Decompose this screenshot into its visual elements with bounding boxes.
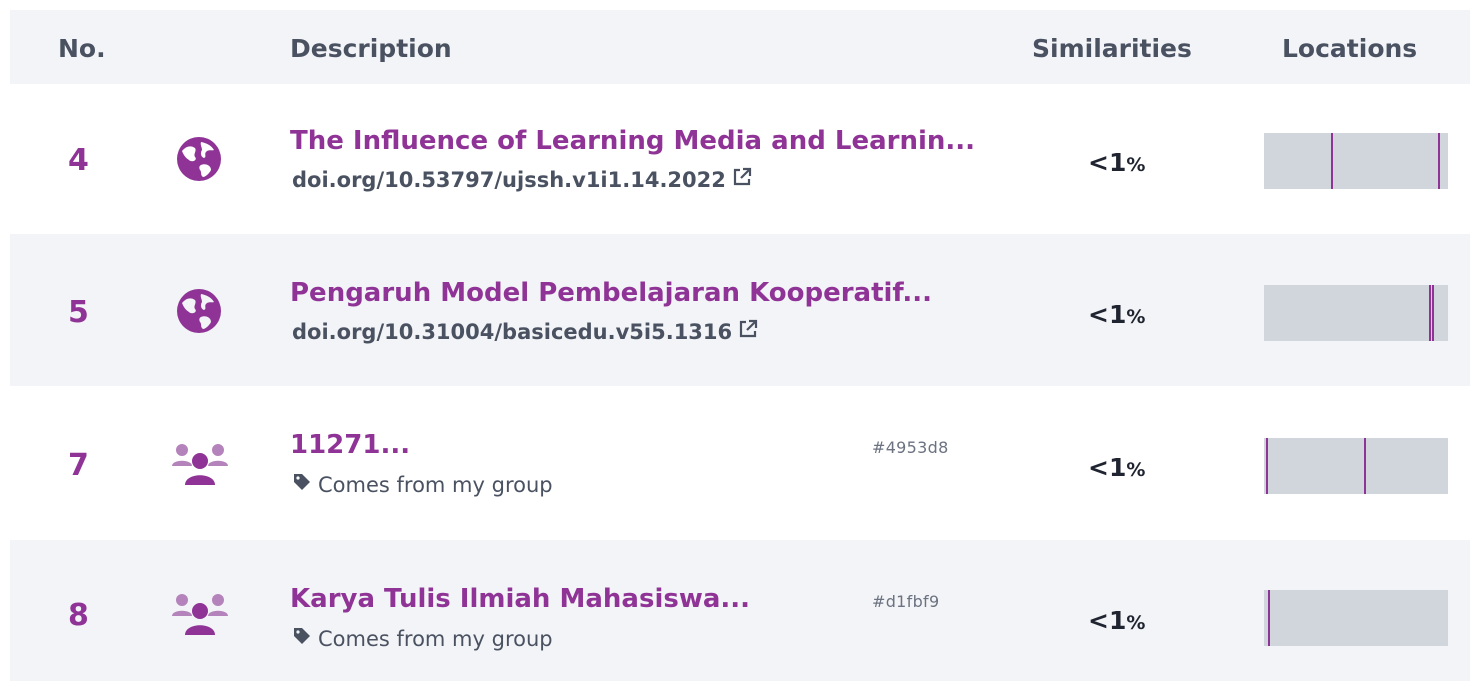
match-source-link[interactable]: doi.org/10.53797/ujssh.v1i1.14.2022 [292,167,752,192]
row-number: 7 [68,448,89,483]
source-label: Comes from my group [318,472,553,497]
group-source: Comes from my group [292,472,553,497]
table-row[interactable]: 4 The Influence of Learning Media and Le… [10,84,1470,234]
location-marker[interactable] [1331,133,1333,189]
table-row[interactable]: 7 11271... #4953d8 Comes from my group <… [10,386,1470,540]
match-title[interactable]: 11271... [290,430,410,460]
source-url: doi.org/10.31004/basicedu.v5i5.1316 [292,319,733,344]
location-marker[interactable] [1438,133,1440,189]
match-title[interactable]: The Influence of Learning Media and Lear… [290,126,975,156]
source-url: doi.org/10.53797/ujssh.v1i1.14.2022 [292,167,726,192]
external-link-icon [738,319,758,344]
similarity-value: <1% [1088,300,1146,329]
source-label: Comes from my group [318,626,553,651]
match-title[interactable]: Karya Tulis Ilmiah Mahasiswa... [290,584,750,614]
location-marker[interactable] [1364,438,1366,494]
table-header: No. Description Similarities Locations [10,10,1470,84]
matches-table: No. Description Similarities Locations 4… [0,0,1470,681]
location-bar[interactable] [1264,590,1448,646]
external-link-icon [732,167,752,192]
table-row[interactable]: 5 Pengaruh Model Pembelajaran Kooperatif… [10,234,1470,386]
group-icon [170,442,230,490]
similarity-value: <1% [1088,148,1146,177]
row-number: 5 [68,295,89,330]
header-description: Description [290,34,452,63]
similarity-value: <1% [1088,453,1146,482]
globe-icon [176,136,222,186]
group-hash: #4953d8 [872,438,949,457]
group-source: Comes from my group [292,626,553,651]
header-no: No. [58,34,106,63]
location-marker[interactable] [1429,285,1431,341]
row-number: 4 [68,143,89,178]
similarity-value: <1% [1088,606,1146,635]
header-similarities: Similarities [1032,34,1192,63]
globe-icon [176,288,222,338]
group-hash: #d1fbf9 [872,592,940,611]
location-marker[interactable] [1266,438,1268,494]
group-icon [170,592,230,640]
location-bar[interactable] [1264,133,1448,189]
tag-icon [292,472,312,497]
location-marker[interactable] [1268,590,1270,646]
location-marker[interactable] [1432,285,1434,341]
match-title[interactable]: Pengaruh Model Pembelajaran Kooperatif..… [290,278,932,308]
match-source-link[interactable]: doi.org/10.31004/basicedu.v5i5.1316 [292,319,758,344]
location-bar[interactable] [1264,438,1448,494]
table-row[interactable]: 8 Karya Tulis Ilmiah Mahasiswa... #d1fbf… [10,540,1470,681]
header-locations: Locations [1282,34,1418,63]
tag-icon [292,626,312,651]
row-number: 8 [68,598,89,633]
location-bar[interactable] [1264,285,1448,341]
